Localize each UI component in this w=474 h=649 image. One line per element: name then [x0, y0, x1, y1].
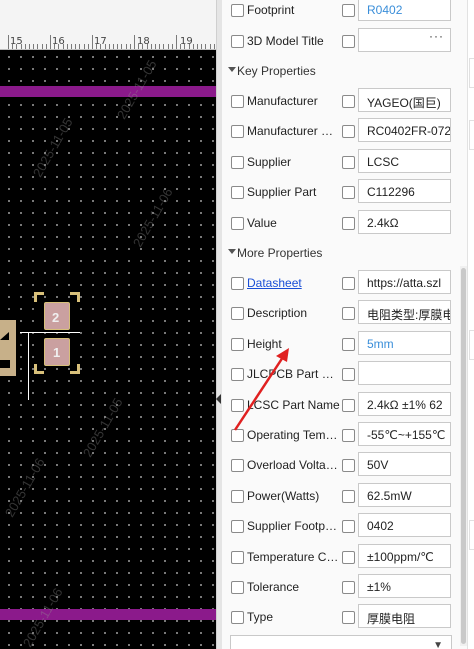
annotation-arrow — [233, 348, 289, 431]
